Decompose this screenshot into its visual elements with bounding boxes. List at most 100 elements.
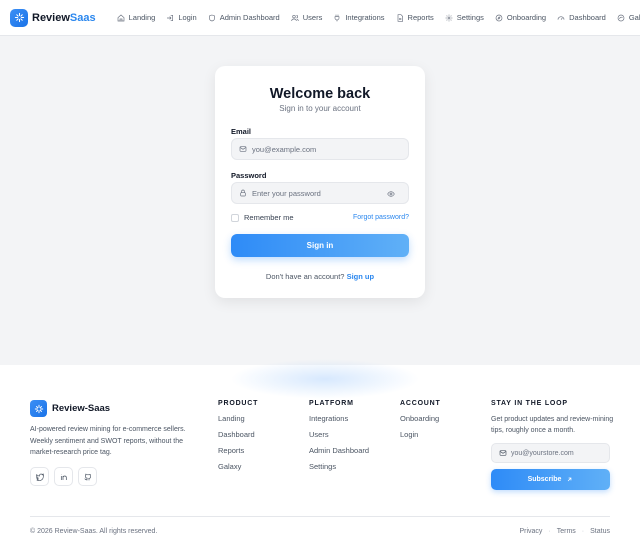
signup-prompt: Don't have an account? Sign up bbox=[215, 272, 425, 281]
users-icon bbox=[291, 14, 299, 21]
nav-item-label: Login bbox=[178, 13, 197, 22]
nav-item-galaxy[interactable]: Galaxy bbox=[617, 13, 640, 22]
footer-link-reports[interactable]: Reports bbox=[218, 446, 258, 455]
nav-item-label: Landing bbox=[128, 13, 156, 22]
footer-brand-name: Review-Saas bbox=[52, 403, 111, 414]
email-field[interactable]: you@example.com bbox=[231, 138, 409, 160]
footer-divider bbox=[30, 516, 610, 517]
footer-link-landing[interactable]: Landing bbox=[218, 414, 258, 423]
nav-item-landing[interactable]: Landing bbox=[117, 13, 156, 22]
sparkle-logo-icon bbox=[30, 400, 47, 417]
lock-icon bbox=[240, 189, 246, 197]
footer-column-product: PRODUCT Landing Dashboard Reports Galaxy bbox=[218, 400, 258, 478]
nav-item-label: Onboarding bbox=[506, 13, 547, 22]
footer-brand[interactable]: Review-Saas bbox=[30, 400, 110, 417]
footer-link-galaxy[interactable]: Galaxy bbox=[218, 462, 258, 471]
file-icon bbox=[397, 13, 403, 22]
top-navbar: ReviewSaas Landing Login Admin Dashboard… bbox=[0, 0, 640, 36]
shield-icon bbox=[208, 14, 215, 21]
nav-item-reports[interactable]: Reports bbox=[396, 13, 434, 22]
nav-item-admin-dashboard[interactable]: Admin Dashboard bbox=[208, 13, 280, 22]
sign-in-button[interactable]: Sign in bbox=[231, 234, 409, 257]
privacy-link[interactable]: Privacy bbox=[519, 528, 542, 535]
separator: · bbox=[581, 528, 585, 535]
social-links bbox=[30, 467, 102, 486]
footer-link-users[interactable]: Users bbox=[309, 430, 369, 439]
plug-icon bbox=[334, 14, 340, 21]
sparkle-logo-icon bbox=[10, 8, 28, 27]
compass-icon bbox=[495, 14, 503, 21]
linkedin-icon bbox=[60, 473, 67, 480]
copyright: © 2026 Review-Saas. All rights reserved. bbox=[30, 528, 158, 535]
page-title: Welcome back bbox=[269, 86, 371, 102]
mail-icon bbox=[499, 450, 507, 456]
nav-item-label: Reports bbox=[407, 13, 434, 22]
footer-column-newsletter: STAY IN THE LOOP bbox=[491, 400, 568, 414]
twitter-icon bbox=[35, 472, 44, 481]
nav-item-label: Galaxy bbox=[628, 13, 640, 22]
terms-link[interactable]: Terms bbox=[557, 528, 576, 535]
nav-item-label: Users bbox=[302, 13, 323, 22]
brand[interactable]: ReviewSaas bbox=[10, 8, 96, 27]
footer-column-title: PLATFORM bbox=[309, 400, 354, 407]
footer-column-account: ACCOUNT Onboarding Login bbox=[400, 400, 441, 446]
nav-item-users[interactable]: Users bbox=[291, 13, 323, 22]
email-placeholder: you@example.com bbox=[252, 144, 317, 154]
page-subtitle: Sign in to your account bbox=[279, 104, 361, 113]
newsletter-email-placeholder: you@yourstore.com bbox=[511, 449, 574, 457]
newsletter-email-input[interactable]: you@yourstore.com bbox=[491, 443, 610, 463]
nav-item-label: Dashboard bbox=[569, 13, 606, 22]
arrow-up-right-icon bbox=[568, 477, 572, 482]
nav-item-label: Settings bbox=[456, 13, 484, 22]
remember-checkbox[interactable] bbox=[231, 213, 239, 222]
github-icon bbox=[84, 473, 91, 480]
footer-link-settings[interactable]: Settings bbox=[309, 462, 369, 471]
linkedin-link[interactable] bbox=[54, 467, 73, 486]
footer-column-platform: PLATFORM Integrations Users Admin Dashbo… bbox=[309, 400, 369, 478]
nav-item-integrations[interactable]: Integrations bbox=[333, 13, 385, 22]
separator: · bbox=[548, 528, 551, 535]
github-link[interactable] bbox=[78, 467, 97, 486]
forgot-password-link[interactable]: Forgot password? bbox=[353, 214, 409, 221]
footer-column-title: ACCOUNT bbox=[400, 400, 441, 407]
footer-glow bbox=[230, 359, 420, 399]
footer-link-login[interactable]: Login bbox=[400, 430, 441, 439]
subscribe-label: Subscribe bbox=[527, 476, 562, 483]
subscribe-button[interactable]: Subscribe bbox=[491, 469, 610, 490]
eye-icon[interactable] bbox=[387, 190, 395, 198]
newsletter-description: Get product updates and review-mining ti… bbox=[491, 416, 614, 434]
mail-icon bbox=[239, 146, 247, 152]
signup-prompt-text: Don't have an account? bbox=[265, 272, 345, 281]
footer-legal-links: Privacy · Terms · Status bbox=[519, 528, 610, 535]
status-link[interactable]: Status bbox=[590, 528, 610, 535]
nav-item-dashboard[interactable]: Dashboard bbox=[557, 13, 606, 22]
password-placeholder: Enter your password bbox=[252, 188, 321, 198]
gauge-icon bbox=[557, 15, 565, 20]
home-icon bbox=[117, 14, 124, 21]
gear-icon bbox=[445, 14, 453, 21]
galaxy-icon bbox=[617, 14, 625, 21]
remember-label: Remember me bbox=[244, 213, 294, 222]
sign-up-link[interactable]: Sign up bbox=[347, 272, 375, 281]
brand-name: ReviewSaas bbox=[32, 11, 96, 24]
nav-item-login[interactable]: Login bbox=[166, 13, 197, 22]
footer-column-title: STAY IN THE LOOP bbox=[491, 400, 568, 407]
footer-description: AI-powered review mining for e-commerce … bbox=[30, 426, 186, 456]
footer-link-integrations[interactable]: Integrations bbox=[309, 414, 369, 423]
footer-column-title: PRODUCT bbox=[218, 400, 259, 407]
footer-link-admin-dashboard[interactable]: Admin Dashboard bbox=[309, 446, 369, 455]
nav-item-settings[interactable]: Settings bbox=[445, 13, 484, 22]
footer: Review-Saas AI-powered review mining for… bbox=[0, 359, 640, 554]
footer-link-dashboard[interactable]: Dashboard bbox=[218, 430, 258, 439]
footer-link-onboarding[interactable]: Onboarding bbox=[400, 414, 441, 423]
password-label: Password bbox=[231, 171, 267, 180]
nav-item-onboarding[interactable]: Onboarding bbox=[495, 13, 546, 22]
nav-item-label: Admin Dashboard bbox=[219, 13, 280, 22]
password-field[interactable]: Enter your password bbox=[231, 182, 409, 204]
login-icon bbox=[167, 14, 174, 21]
login-card: Welcome back Sign in to your account Ema… bbox=[215, 66, 425, 298]
nav-item-label: Integrations bbox=[345, 13, 385, 22]
remember-me[interactable]: Remember me bbox=[231, 213, 294, 222]
email-label: Email bbox=[231, 127, 252, 136]
twitter-link[interactable] bbox=[30, 467, 49, 486]
